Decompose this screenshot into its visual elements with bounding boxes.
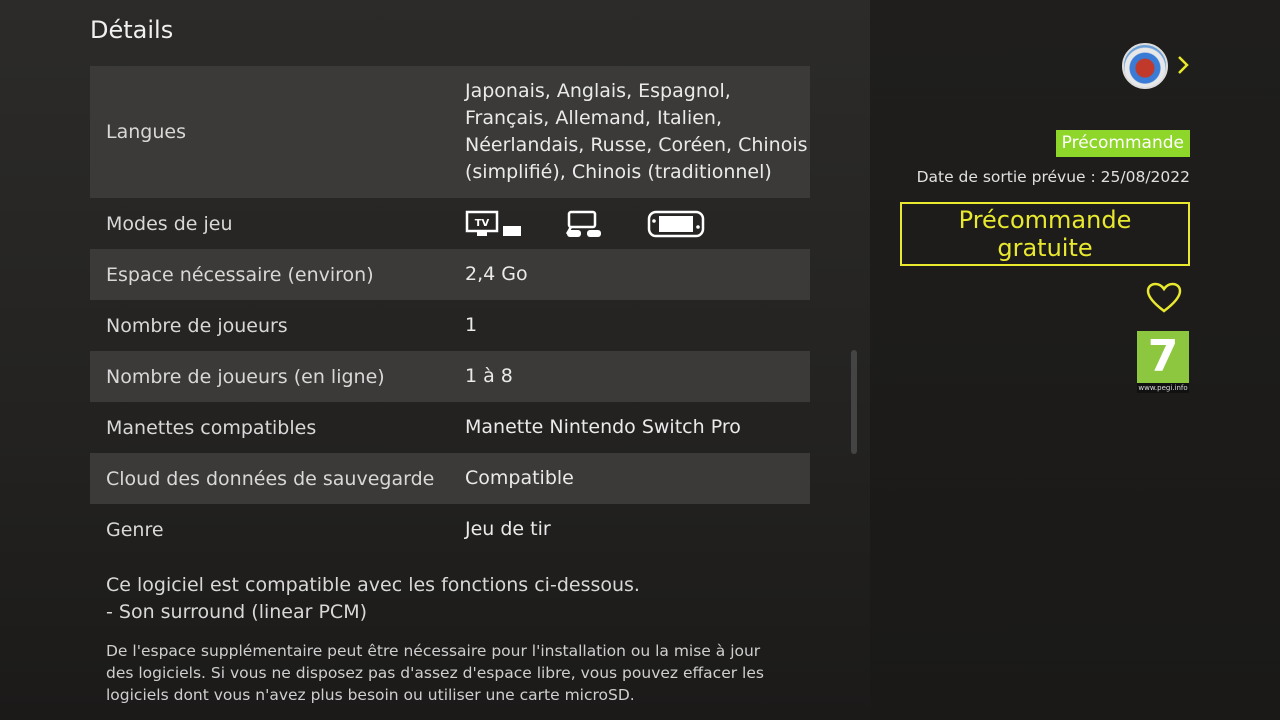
row-value-languages: Japonais, Anglais, Espagnol, Français, A… — [450, 78, 810, 186]
cta-line: Précommande — [958, 206, 1132, 234]
chevron-right-icon[interactable] — [1176, 53, 1190, 81]
row-label: Langues — [106, 121, 186, 143]
table-row-cloud-save: Cloud des données de sauvegarde Compatib… — [90, 453, 810, 504]
row-value: Compatible — [465, 467, 574, 489]
language-line: Français, Allemand, Italien, — [465, 107, 722, 129]
pegi-site: www.pegi.info — [1137, 383, 1189, 393]
tv-label: TV — [475, 218, 490, 229]
table-row-online-players: Nombre de joueurs (en ligne) 1 à 8 — [90, 351, 810, 402]
language-line: (simplifié), Chinois (traditionnel) — [465, 161, 772, 183]
language-line: Néerlandais, Russe, Coréen, Chinois — [465, 134, 808, 156]
row-value: Jeu de tir — [465, 518, 551, 540]
row-label: Espace nécessaire (environ) — [106, 263, 374, 286]
compatible-features-text: Ce logiciel est compatible avec les fonc… — [106, 572, 640, 626]
table-row-languages: Langues Japonais, Anglais, Espagnol, Fra… — [90, 66, 810, 198]
row-value: 1 à 8 — [465, 365, 513, 387]
row-label: Cloud des données de sauvegarde — [106, 467, 435, 490]
row-label: Manettes compatibles — [106, 416, 317, 439]
table-row-storage: Espace nécessaire (environ) 2,4 Go — [90, 249, 810, 300]
table-row-genre: Genre Jeu de tir — [90, 504, 810, 555]
release-date: Date de sortie prévue : 25/08/2022 — [916, 168, 1190, 186]
row-label: Modes de jeu — [106, 212, 233, 235]
scrollbar[interactable] — [851, 350, 857, 454]
table-row-play-modes: Modes de jeu TV — [90, 198, 810, 249]
storage-note: De l'espace supplémentaire peut être néc… — [106, 642, 764, 704]
tv-mode-icon: TV — [465, 210, 523, 238]
language-line: Japonais, Anglais, Espagnol, — [465, 80, 731, 102]
table-row-controllers: Manettes compatibles Manette Nintendo Sw… — [90, 402, 810, 453]
row-label: Nombre de joueurs — [106, 314, 288, 337]
feature-item: - Son surround (linear PCM) — [106, 601, 368, 623]
handheld-mode-icon — [647, 210, 705, 238]
play-modes: TV — [450, 210, 810, 238]
pegi-rating: 7 www.pegi.info — [1137, 331, 1189, 393]
details-panel: Détails Langues Japonais, Anglais, Espag… — [0, 0, 870, 720]
user-avatar[interactable] — [1122, 43, 1168, 89]
table-row-players: Nombre de joueurs 1 — [90, 300, 810, 351]
row-value: Manette Nintendo Switch Pro — [465, 416, 741, 438]
details-table: Langues Japonais, Anglais, Espagnol, Fra… — [90, 66, 810, 555]
heart-icon[interactable] — [1146, 282, 1182, 318]
preorder-free-button[interactable]: Précommande gratuite — [900, 202, 1190, 266]
cta-line: gratuite — [997, 234, 1093, 262]
row-label: Nombre de joueurs (en ligne) — [106, 365, 385, 388]
details-heading: Détails — [90, 16, 174, 44]
tabletop-mode-icon — [565, 210, 605, 238]
preorder-badge: Précommande — [1055, 130, 1190, 157]
pegi-age: 7 — [1137, 331, 1189, 383]
row-value: 1 — [465, 314, 478, 336]
features-intro: Ce logiciel est compatible avec les fonc… — [106, 574, 640, 596]
purchase-sidebar — [870, 0, 1280, 720]
row-label: Genre — [106, 518, 164, 541]
row-value: 2,4 Go — [465, 263, 528, 285]
